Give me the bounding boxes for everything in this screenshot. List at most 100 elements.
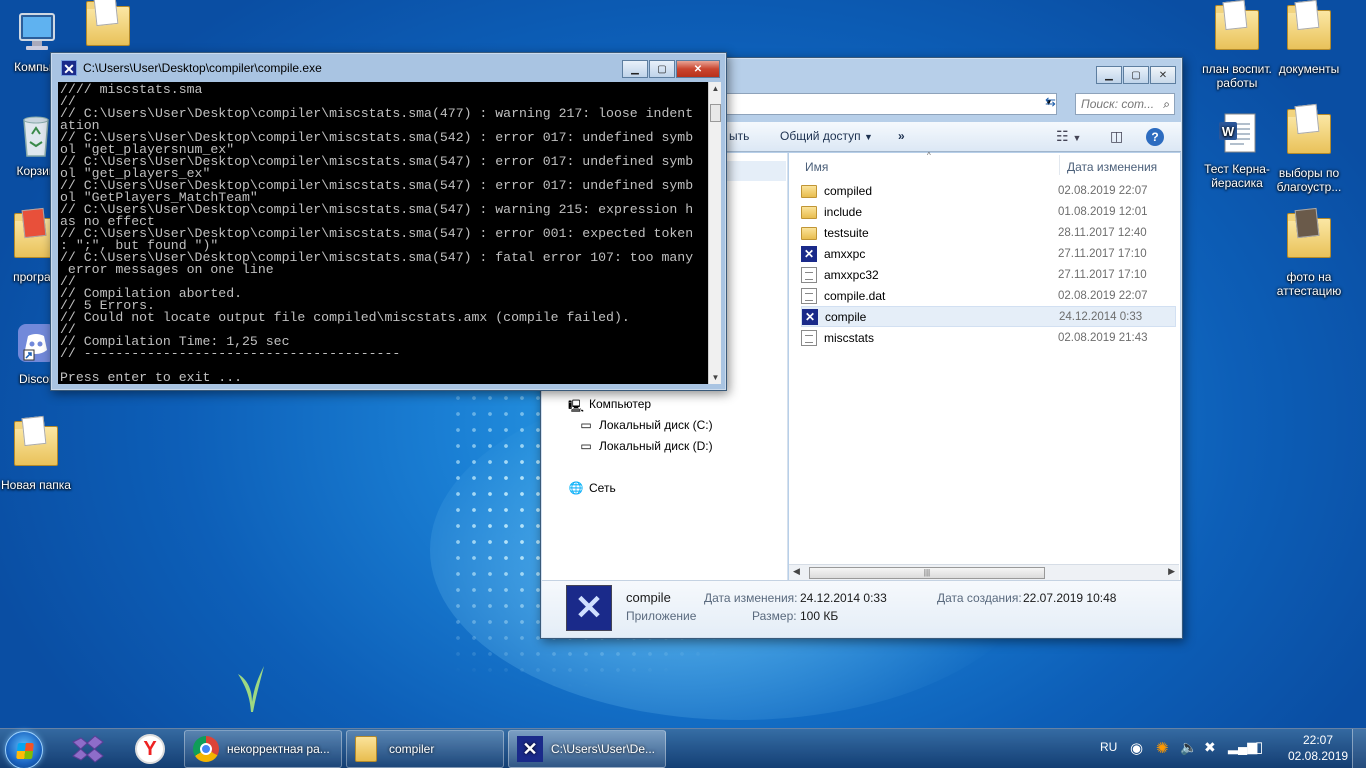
column-header-date[interactable]: Дата изменения [1067,153,1157,179]
signal-icon[interactable]: ▂▄▆ [1228,739,1257,755]
nav-selected-item[interactable] [722,161,786,181]
preview-pane-icon[interactable]: ◫ [1110,128,1123,145]
details-created-label: Дата создания: [937,591,1022,605]
network-status-icon[interactable]: ✖ [1204,739,1216,756]
details-modified-value: 24.12.2014 0:33 [800,591,887,605]
maximize-button[interactable]: ▢ [1123,66,1149,84]
show-desktop-button[interactable] [1352,729,1366,768]
scroll-left-icon[interactable]: ◀ [793,566,800,577]
nav-item-computer[interactable]: 🖳 Компьютер [568,397,651,413]
file-name: compile.dat [824,288,886,303]
console-output[interactable]: //// miscstats.sma // // C:\Users\User\D… [58,82,708,384]
console-text: //// miscstats.sma // // C:\Users\User\D… [60,82,694,384]
file-row[interactable]: ✕ amxxpc 27.11.2017 17:10 [801,243,1176,264]
close-button[interactable]: ✕ [1150,66,1176,84]
address-bar[interactable]: ▼ [721,93,1057,115]
file-date: 27.11.2017 17:10 [1058,268,1147,281]
details-modified-label: Дата изменения: [704,591,798,605]
file-date: 02.08.2019 21:43 [1058,331,1148,344]
file-name: amxxpc [824,246,866,261]
folder-icon [801,206,817,219]
vertical-scrollbar[interactable]: ▲ ▼ [708,82,721,384]
file-date: 24.12.2014 0:33 [1059,310,1143,323]
desktop-icon-elections[interactable]: выборы по благоустр... [1269,103,1349,194]
maximize-button[interactable]: ▢ [649,60,675,78]
taskbar-button-label: compiler [389,742,435,756]
svg-text:W: W [1222,124,1235,139]
clock-date: 02.08.2019 [1288,749,1349,763]
desktop-icon-photo[interactable]: фото на аттестацию [1269,207,1349,298]
details-size-label: Размер: [752,609,797,623]
file-row[interactable]: ✕ compile 24.12.2014 0:33 [801,306,1176,327]
search-input[interactable]: Поиск: com... ⌕ [1075,93,1175,115]
desktop-icon-folder-partial[interactable] [68,0,148,58]
visual-studio-icon [72,735,104,763]
pinned-visual-studio[interactable] [60,731,116,767]
desktop-icon-label: фото на аттестацию [1276,270,1342,298]
avast-icon[interactable]: ✺ [1156,739,1169,757]
yandex-icon: Y [135,734,165,764]
application-icon: ✕ [801,245,817,262]
file-name: miscstats [824,330,875,345]
refresh-icon[interactable]: ⇆ [1045,94,1065,114]
search-icon[interactable]: ⌕ [1163,97,1170,112]
taskbar-button[interactable]: ✕ C:\Users\User\De... [508,730,666,768]
minimize-button[interactable]: ▁ [1096,66,1122,84]
share-menu-button[interactable]: Общий доступ ▼ [780,129,873,143]
file-name: testsuite [824,225,869,240]
clock-time: 22:07 [1302,733,1334,747]
views-icon[interactable]: ☷ ▼ [1056,128,1081,145]
scroll-up-icon[interactable]: ▲ [709,82,722,95]
column-header-name[interactable]: Имя [805,153,828,179]
toolbar-open-button[interactable]: ыть [729,129,749,143]
chrome-icon [193,736,219,762]
column-divider[interactable] [1059,155,1060,175]
steam-icon[interactable]: ◉ [1130,739,1143,757]
minimize-button[interactable]: ▁ [622,60,648,78]
folder-icon [12,415,60,474]
desktop-icon-plan[interactable]: план воспит. работы [1197,0,1277,90]
scroll-thumb[interactable]: ||| [809,567,1045,579]
language-indicator[interactable]: RU [1100,740,1117,754]
file-row[interactable]: compiled 02.08.2019 22:07 [801,180,1176,201]
folder-icon [1285,0,1333,58]
volume-icon[interactable]: 🔈 [1180,739,1197,756]
taskbar-button[interactable]: compiler [346,730,504,768]
window-controls: ▁ ▢ ✕ [621,60,720,78]
details-created-value: 22.07.2019 10:48 [1023,591,1117,605]
file-row[interactable]: testsuite 28.11.2017 12:40 [801,222,1176,243]
file-date: 02.08.2019 22:07 [1058,289,1148,302]
nav-item-disk-c[interactable]: ▭ Локальный диск (C:) [578,418,712,432]
taskbar-button[interactable]: некорректная ра... [184,730,342,768]
desktop-icon-test-kern[interactable]: W Тест Керна-йерасика [1197,110,1277,190]
file-row[interactable]: compile.dat 02.08.2019 22:07 [801,285,1176,306]
nav-item-network[interactable]: 🌐 Сеть [568,481,616,495]
start-button[interactable] [5,731,43,768]
pinned-yandex-browser[interactable]: Y [122,731,178,767]
folder-icon [801,227,817,240]
more-commands-button[interactable]: » [898,129,905,143]
file-date: 02.08.2019 22:07 [1058,184,1148,197]
desktop-icon-documents[interactable]: документы [1269,0,1349,76]
file-row[interactable]: include 01.08.2019 12:01 [801,201,1176,222]
scroll-down-icon[interactable]: ▼ [709,371,722,384]
scroll-right-icon[interactable]: ▶ [1168,566,1175,577]
nav-item-disk-d[interactable]: ▭ Локальный диск (D:) [578,439,712,453]
file-icon [801,287,817,304]
scroll-thumb[interactable] [710,104,721,122]
file-list: Имя ^ Дата изменения compiled 02.08.2019 … [789,151,1180,580]
close-button[interactable]: ✕ [676,60,720,78]
file-row[interactable]: amxxpc32 27.11.2017 17:10 [801,264,1176,285]
battery-icon[interactable]: ▯ [1255,738,1263,756]
folder-icon [1285,103,1333,162]
desktop-icon-new-folder[interactable]: Новая папка [0,415,76,492]
taskbar-button-label: C:\Users\User\De... [551,742,656,756]
details-type: Приложение [626,609,697,623]
console-window[interactable]: ✕ C:\Users\User\Desktop\compiler\compile… [50,52,727,391]
horizontal-scrollbar[interactable]: ◀ ||| ▶ [789,564,1179,580]
clock[interactable]: 22:07 02.08.2019 [1288,733,1348,763]
desktop-icon-label: Тест Керна-йерасика [1204,162,1270,190]
file-row[interactable]: miscstats 02.08.2019 21:43 [801,327,1176,348]
details-name: compile [626,590,671,605]
help-icon[interactable]: ? [1146,128,1164,146]
